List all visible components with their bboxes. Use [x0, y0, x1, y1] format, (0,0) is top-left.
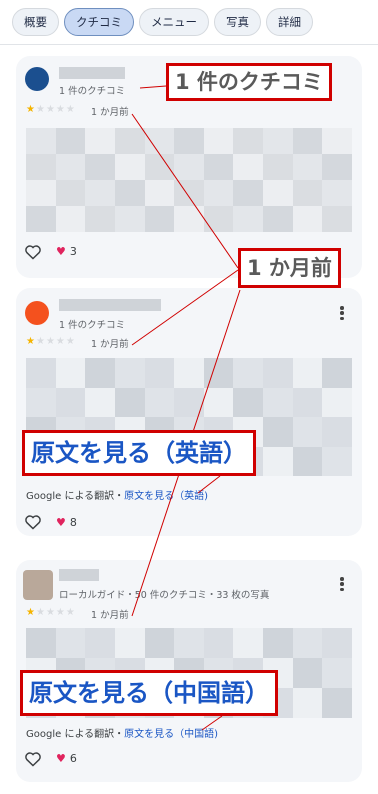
- reviews-screen: 概要 クチコミ メニュー 写真 詳細 1 件のクチコミ ★ ★ ★ ★ ★ 1 か月前 …: [0, 0, 378, 794]
- callout-view-original-chinese: 原文を見る（中国語）: [20, 670, 278, 716]
- callout-review-count: 1 件のクチコミ: [166, 63, 332, 101]
- callout-date: 1 か月前: [238, 248, 341, 288]
- callout-view-original-english: 原文を見る（英語）: [22, 430, 256, 476]
